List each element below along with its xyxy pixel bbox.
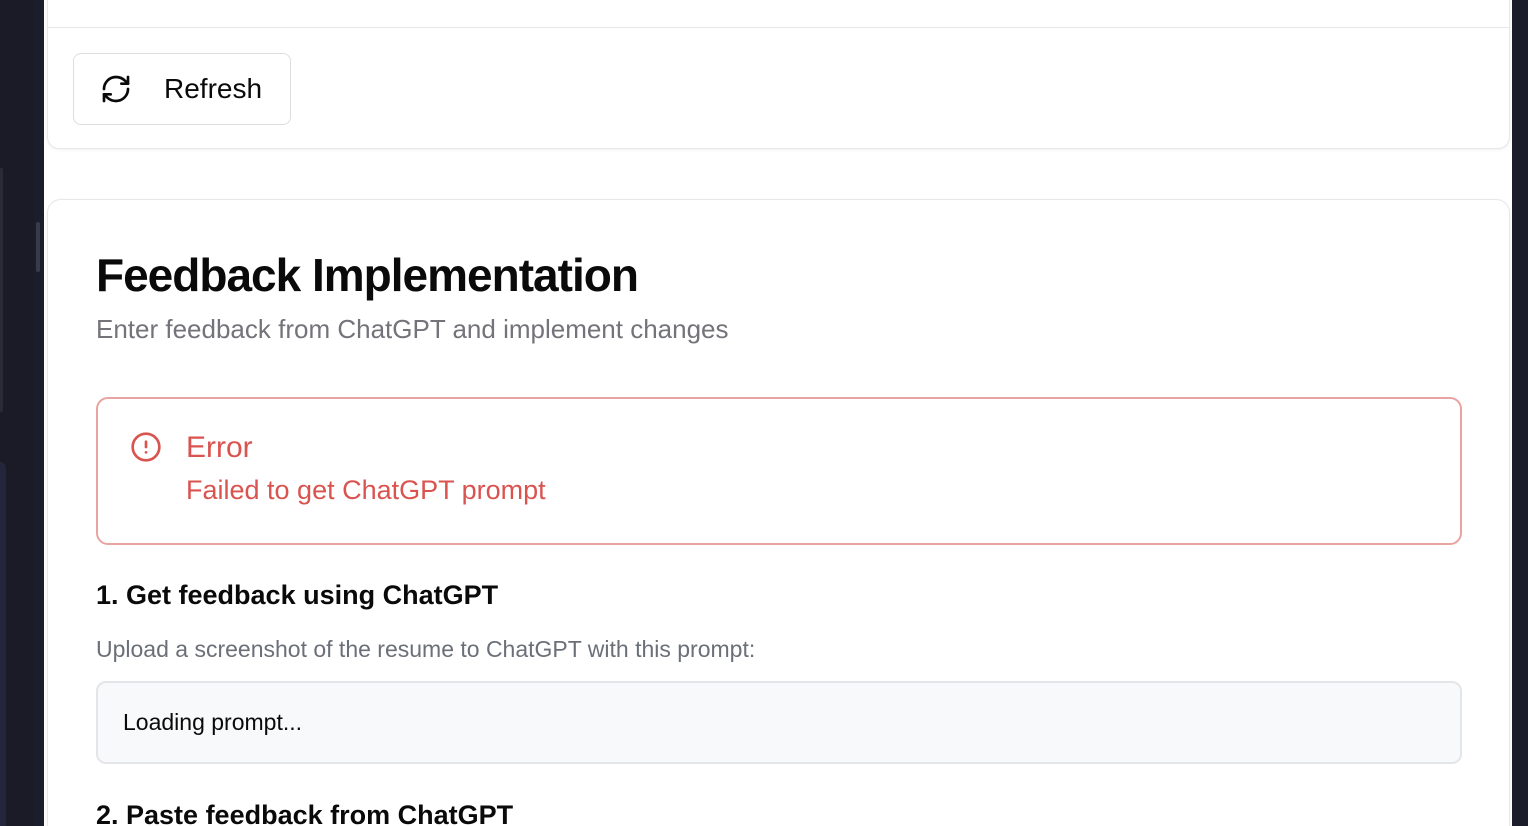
page-title: Feedback Implementation	[96, 249, 639, 301]
sidebar-lower-panel	[0, 462, 6, 826]
toolbar-divider	[48, 27, 1509, 28]
prompt-text: Loading prompt...	[123, 709, 303, 735]
feedback-card: Feedback Implementation Enter feedback f…	[47, 199, 1510, 826]
error-title: Error	[186, 431, 253, 464]
refresh-button[interactable]: Refresh	[73, 53, 291, 125]
refresh-icon	[102, 75, 130, 103]
toolbar-card: Refresh	[47, 0, 1510, 149]
step1-heading: 1. Get feedback using ChatGPT	[96, 580, 499, 610]
left-sidebar	[0, 0, 34, 826]
error-message: Failed to get ChatGPT prompt	[186, 475, 546, 505]
refresh-button-label: Refresh	[164, 73, 263, 104]
error-alert: Error Failed to get ChatGPT prompt	[96, 397, 1462, 545]
sidebar-panel-edge	[0, 168, 3, 412]
page-subtitle: Enter feedback from ChatGPT and implemen…	[96, 314, 729, 344]
step1-help-text: Upload a screenshot of the resume to Cha…	[96, 636, 756, 662]
prompt-box[interactable]: Loading prompt...	[96, 681, 1462, 764]
alert-circle-icon	[131, 432, 161, 462]
right-edge	[1512, 0, 1528, 826]
scrollbar-thumb[interactable]	[36, 222, 40, 272]
step2-heading: 2. Paste feedback from ChatGPT	[96, 800, 514, 826]
main-content: Refresh Feedback Implementation Enter fe…	[44, 0, 1512, 826]
